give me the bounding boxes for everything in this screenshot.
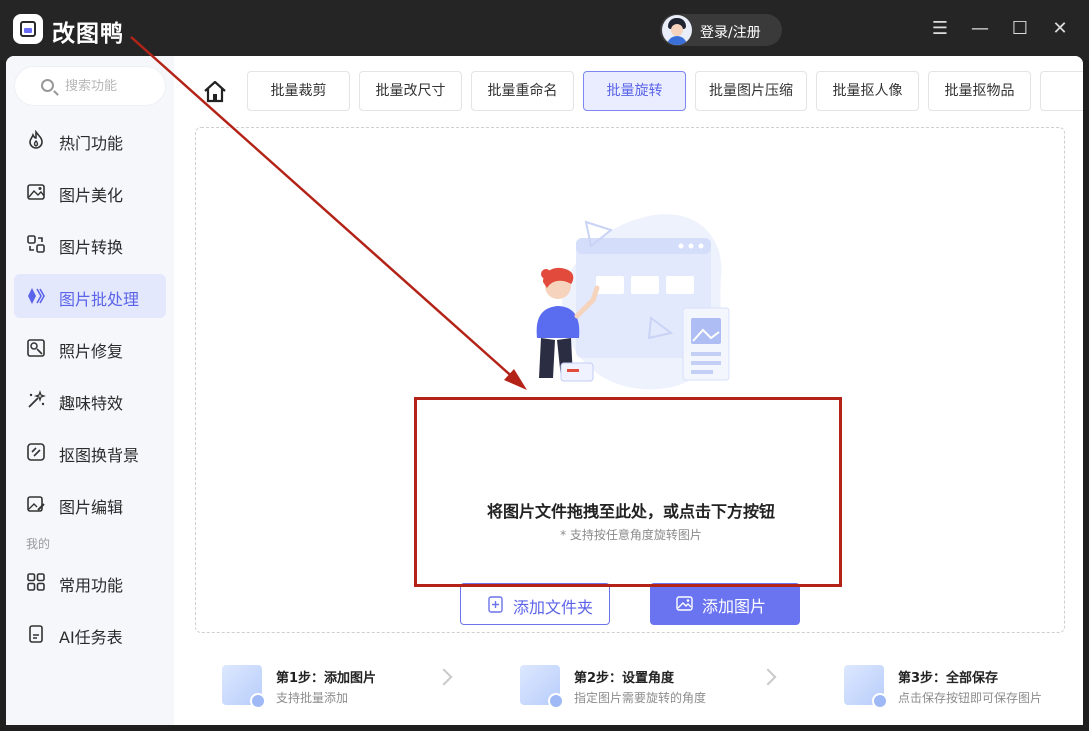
sidebar-item-label: 常用功能 bbox=[59, 576, 124, 595]
step-desc: 点击保存按钮即可保存图片 bbox=[898, 691, 1043, 705]
step-title: 第1步：添加图片 bbox=[276, 671, 377, 686]
close-icon[interactable]: ✕ bbox=[1049, 18, 1071, 40]
sidebar-item-ai-tasks[interactable]: AI任务表 bbox=[14, 612, 166, 656]
sidebar-item-convert[interactable]: 图片转换 bbox=[14, 222, 166, 266]
tab-batch-crop[interactable]: 批量裁剪 bbox=[247, 71, 350, 111]
tab-batch-rotate[interactable]: 批量旋转 bbox=[583, 71, 686, 111]
tab-batch-rename[interactable]: 批量重命名 bbox=[471, 71, 574, 111]
sidebar-item-label: 抠图换背景 bbox=[59, 446, 140, 465]
add-image-step-icon bbox=[222, 665, 266, 709]
sidebar: 热门功能 图片美化 图片转换 图片批处理 照片修复 趣味特效 抠图换背景 图片 bbox=[6, 56, 174, 725]
convert-icon bbox=[27, 235, 45, 253]
upload-illustration bbox=[536, 214, 730, 390]
cutout-icon bbox=[27, 443, 45, 461]
search-input[interactable] bbox=[65, 76, 160, 96]
avatar bbox=[662, 15, 692, 45]
sidebar-item-label: 热门功能 bbox=[59, 134, 124, 153]
sidebar-item-repair[interactable]: 照片修复 bbox=[14, 326, 166, 370]
sidebar-item-label: AI任务表 bbox=[59, 628, 123, 647]
content-area: 批量裁剪 批量改尺寸 批量重命名 批量旋转 批量图片压缩 批量抠人像 批量抠物品 bbox=[174, 56, 1083, 725]
image-beautify-icon bbox=[27, 184, 45, 200]
app-logo-icon bbox=[13, 14, 43, 44]
sidebar-item-label: 图片编辑 bbox=[59, 498, 124, 517]
sidebar-item-label: 图片转换 bbox=[59, 238, 124, 257]
add-file-icon bbox=[488, 596, 503, 613]
grid-icon bbox=[27, 573, 45, 591]
sidebar-item-label: 图片批处理 bbox=[59, 290, 140, 309]
search-icon bbox=[41, 79, 54, 92]
title-bar: 改图鸭 登录/注册 ☰ — ☐ ✕ bbox=[0, 0, 1089, 60]
sidebar-item-label: 图片美化 bbox=[59, 186, 124, 205]
sidebar-item-cutout[interactable]: 抠图换背景 bbox=[14, 430, 166, 474]
add-image-label: 添加图片 bbox=[702, 599, 767, 616]
maximize-icon[interactable]: ☐ bbox=[1009, 18, 1031, 40]
login-button[interactable]: 登录/注册 bbox=[660, 14, 782, 46]
edit-image-icon bbox=[27, 496, 45, 512]
login-label: 登录/注册 bbox=[700, 25, 761, 41]
drop-zone[interactable]: 将图片文件拖拽至此处，或点击下方按钮 * 支持按任意角度旋转图片 添加文件夹 添… bbox=[195, 127, 1065, 633]
sidebar-item-label: 照片修复 bbox=[59, 342, 124, 361]
tab-batch-cutout-object[interactable]: 批量抠物品 bbox=[928, 71, 1031, 111]
sidebar-item-favorites[interactable]: 常用功能 bbox=[14, 560, 166, 604]
main-window: 热门功能 图片美化 图片转换 图片批处理 照片修复 趣味特效 抠图换背景 图片 bbox=[6, 56, 1083, 725]
tab-overflow[interactable] bbox=[1040, 71, 1083, 111]
image-icon bbox=[676, 596, 693, 611]
drop-subtitle: * 支持按任意角度旋转图片 bbox=[560, 528, 702, 542]
menu-icon[interactable]: ☰ bbox=[929, 18, 951, 40]
add-folder-button[interactable]: 添加文件夹 bbox=[460, 583, 610, 625]
drop-title: 将图片文件拖拽至此处，或点击下方按钮 bbox=[486, 502, 775, 521]
save-step-icon bbox=[844, 665, 888, 709]
magic-wand-icon bbox=[28, 390, 46, 408]
tab-batch-cutout-person[interactable]: 批量抠人像 bbox=[816, 71, 919, 111]
section-label-mine: 我的 bbox=[26, 537, 51, 551]
document-icon bbox=[29, 625, 43, 643]
sidebar-item-hot[interactable]: 热门功能 bbox=[14, 118, 166, 162]
steps-bar: 第1步：添加图片 支持批量添加 第2步：设置角度 指定图片需要旋转的角度 第3步… bbox=[174, 651, 1083, 721]
flame-icon bbox=[29, 130, 43, 149]
minimize-icon[interactable]: — bbox=[969, 18, 991, 40]
sidebar-item-edit[interactable]: 图片编辑 bbox=[14, 482, 166, 526]
add-image-button[interactable]: 添加图片 bbox=[650, 583, 800, 625]
batch-icon bbox=[28, 288, 45, 304]
app-title: 改图鸭 bbox=[52, 21, 124, 47]
step-desc: 指定图片需要旋转的角度 bbox=[574, 691, 707, 705]
add-folder-label: 添加文件夹 bbox=[513, 600, 594, 617]
home-icon[interactable] bbox=[202, 79, 228, 105]
tab-batch-resize[interactable]: 批量改尺寸 bbox=[359, 71, 462, 111]
step-title: 第2步：设置角度 bbox=[574, 671, 675, 686]
sidebar-item-beautify[interactable]: 图片美化 bbox=[14, 170, 166, 214]
search-box[interactable] bbox=[14, 66, 166, 106]
tab-batch-compress[interactable]: 批量图片压缩 bbox=[695, 71, 807, 111]
chevron-right-icon bbox=[435, 668, 453, 686]
photo-repair-icon bbox=[27, 339, 45, 357]
chevron-right-icon bbox=[759, 668, 777, 686]
rotate-step-icon bbox=[520, 665, 564, 709]
step-title: 第3步：全部保存 bbox=[898, 671, 999, 686]
sidebar-item-effects[interactable]: 趣味特效 bbox=[14, 378, 166, 422]
sidebar-item-batch[interactable]: 图片批处理 bbox=[14, 274, 166, 318]
sidebar-item-label: 趣味特效 bbox=[59, 394, 124, 413]
step-desc: 支持批量添加 bbox=[276, 691, 349, 705]
